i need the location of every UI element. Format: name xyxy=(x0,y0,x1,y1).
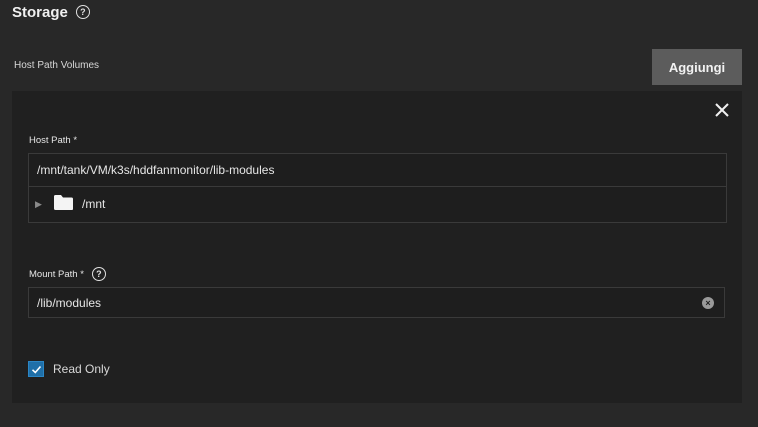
close-icon[interactable] xyxy=(713,101,731,119)
checkmark-icon xyxy=(31,365,41,374)
host-path-label-text: Host Path * xyxy=(29,135,78,146)
storage-page: Storage ? Host Path Volumes Aggiungi Hos… xyxy=(0,0,758,427)
host-path-input[interactable]: /mnt/tank/VM/k3s/hddfanmonitor/lib-modul… xyxy=(29,154,726,187)
triangle-right-icon[interactable]: ▶ xyxy=(35,199,45,210)
host-path-label: Host Path * xyxy=(29,135,77,146)
tree-item-label: /mnt xyxy=(82,197,106,211)
section-title-text: Storage xyxy=(12,3,68,21)
section-title: Storage ? xyxy=(12,2,90,22)
read-only-row: Read Only xyxy=(28,361,110,377)
folder-icon xyxy=(53,194,74,214)
question-circle-icon[interactable]: ? xyxy=(75,5,90,19)
mount-path-value: /lib/modules xyxy=(37,295,102,310)
mount-path-label: Mount Path * ? xyxy=(29,267,106,281)
read-only-label: Read Only xyxy=(53,362,110,376)
tree-item-mnt[interactable]: ▶ /mnt xyxy=(29,187,726,221)
add-button[interactable]: Aggiungi xyxy=(652,49,742,85)
host-path-volume-card: Host Path * /mnt/tank/VM/k3s/hddfanmonit… xyxy=(12,91,742,403)
host-path-volumes-label: Host Path Volumes xyxy=(14,60,100,71)
read-only-checkbox[interactable] xyxy=(28,361,44,377)
mount-path-label-text: Mount Path * xyxy=(29,268,84,280)
host-path-explorer: /mnt/tank/VM/k3s/hddfanmonitor/lib-modul… xyxy=(28,153,727,223)
mount-path-input[interactable]: /lib/modules × xyxy=(28,287,725,318)
question-circle-icon[interactable]: ? xyxy=(91,267,106,281)
clear-circle-icon[interactable]: × xyxy=(702,297,714,309)
